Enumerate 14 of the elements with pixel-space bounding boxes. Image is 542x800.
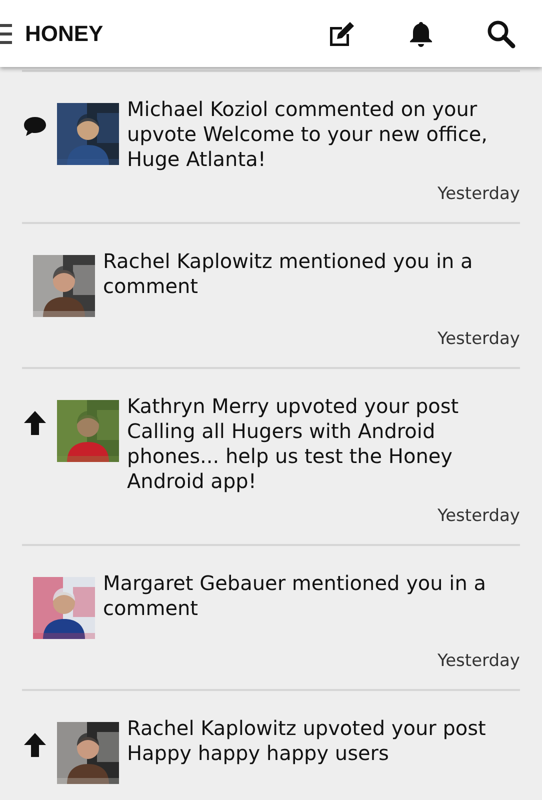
notification-text[interactable]: Rachel Kaplowitz upvoted your post Happy happy happy users [127, 716, 520, 766]
timestamp: Yesterday [437, 184, 520, 204]
timestamp: Yesterday [437, 651, 520, 671]
app-title: HONEY [25, 20, 104, 46]
up-arrow-icon [22, 410, 48, 436]
menu-icon[interactable] [0, 24, 12, 44]
timestamp: Yesterday [437, 506, 520, 526]
notification-text[interactable]: Rachel Kaplowitz mentioned you in a comment [103, 249, 520, 299]
notification-text[interactable]: Margaret Gebauer mentioned you in a comment [103, 571, 520, 621]
notification-text[interactable]: Kathryn Merry upvoted your post Calling all Hugers with Android phones... help us test the Honey Android app! [127, 394, 520, 494]
up-arrow-icon [22, 732, 48, 758]
search-icon[interactable] [486, 18, 516, 48]
notification-text[interactable]: Michael Koziol commented on your upvote Welcome to your new office, Huge Atlanta! [127, 97, 520, 172]
timestamp: Yesterday [437, 329, 520, 349]
